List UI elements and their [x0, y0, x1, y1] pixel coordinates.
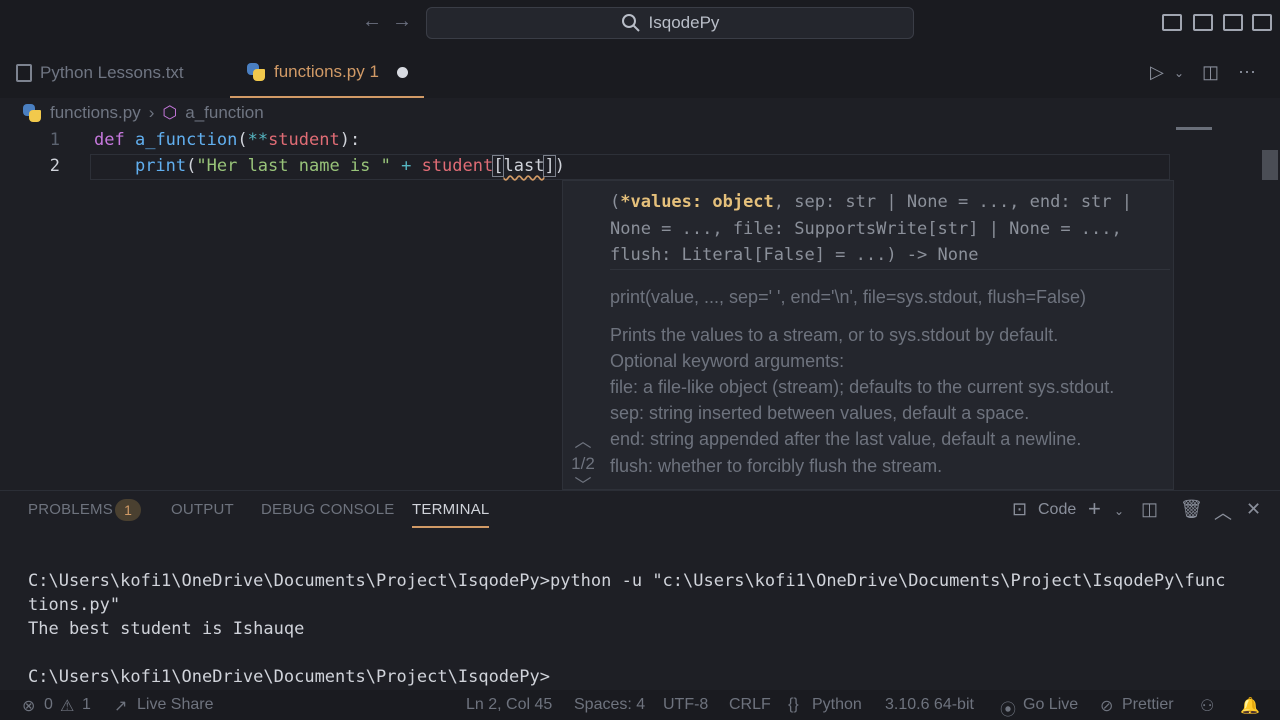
doc-line: flush: whether to forcibly flush the str…: [610, 456, 943, 476]
customize-layout-icon[interactable]: [1252, 14, 1272, 31]
signature-counter: 1/2: [571, 454, 595, 473]
trash-icon[interactable]: 🗑: [1180, 499, 1203, 520]
terminal-line: The best student is Ishauqe: [28, 619, 305, 639]
broadcast-icon: ⦿: [1000, 702, 1017, 719]
breadcrumb-symbol[interactable]: a_function: [185, 103, 263, 123]
tab-label: functions.py 1: [274, 62, 379, 81]
errors-icon[interactable]: ⊗: [22, 696, 35, 716]
terminal-line: C:\Users\kofi1\OneDrive\Documents\Projec…: [28, 571, 1226, 591]
doc-line: file: a file-like object (stream); defau…: [610, 377, 1115, 397]
toggle-secondary-sidebar-icon[interactable]: [1223, 14, 1243, 31]
problems-count-badge: 1: [115, 499, 141, 521]
go-live-button[interactable]: Go Live: [1023, 696, 1078, 714]
warnings-icon[interactable]: ⚠: [60, 696, 74, 716]
tab-functions-py[interactable]: functions.py 1: [230, 48, 424, 98]
toggle-sidebar-icon[interactable]: [1162, 14, 1182, 31]
doc-line: end: string appended after the last valu…: [610, 429, 1082, 449]
search-label: IsqodePy: [648, 13, 720, 32]
tab-label: Python Lessons.txt: [40, 63, 184, 82]
prettier-button[interactable]: Prettier: [1122, 696, 1174, 714]
prettier-icon: ⊘: [1100, 698, 1114, 715]
python-file-icon: [246, 62, 266, 82]
search-icon: [621, 14, 640, 32]
doc-line: print(value, ..., sep=' ', end='\n', fil…: [610, 287, 1086, 307]
code-line-2[interactable]: print("Her last name is " + student[last…: [94, 155, 565, 177]
tab-terminal[interactable]: TERMINAL: [412, 501, 490, 528]
line-ending[interactable]: CRLF: [729, 696, 771, 714]
terminal-profile-label[interactable]: Code: [1038, 501, 1076, 519]
unsaved-dot-icon[interactable]: [396, 66, 408, 78]
tab-problems[interactable]: PROBLEMS: [28, 501, 113, 518]
split-terminal-icon[interactable]: ◫: [1141, 499, 1158, 520]
minimap[interactable]: [1176, 127, 1212, 130]
function-symbol-icon: ⬡: [162, 103, 178, 122]
notifications-bell-icon[interactable]: 🔔: [1240, 696, 1260, 716]
errors-count[interactable]: 0: [44, 696, 53, 714]
doc-line: Optional keyword arguments:: [610, 351, 845, 371]
live-share-icon: ↗: [114, 698, 128, 715]
braces-icon: {}: [788, 696, 799, 713]
python-file-icon: [22, 103, 42, 123]
python-interpreter[interactable]: 3.10.6 64-bit: [885, 696, 974, 714]
terminal-icon: ⊡: [1012, 499, 1028, 519]
language-mode[interactable]: Python: [812, 696, 862, 714]
cursor-position[interactable]: Ln 2, Col 45: [466, 696, 552, 714]
doc-line: sep: string inserted between values, def…: [610, 403, 1030, 423]
new-terminal-icon[interactable]: +: [1088, 496, 1101, 522]
signature-help-popup: (*values: object, sep: str | None = ...,…: [562, 180, 1174, 495]
previous-signature-icon[interactable]: ︿: [567, 431, 599, 453]
line-number: 1: [49, 130, 60, 150]
signature-pager: ︿ 1/2 ﹀: [567, 431, 599, 497]
terminal-prompt[interactable]: C:\Users\kofi1\OneDrive\Documents\Projec…: [28, 667, 550, 687]
encoding[interactable]: UTF-8: [663, 696, 708, 714]
text-file-icon: [16, 64, 32, 82]
breadcrumb: functions.py › ⬡ a_function: [22, 100, 264, 126]
doc-line: Prints the values to a stream, or to sys…: [610, 325, 1059, 345]
accounts-icon[interactable]: ⚇: [1200, 696, 1214, 716]
run-icon[interactable]: ▷: [1150, 62, 1164, 83]
command-center-search[interactable]: IsqodePy: [426, 7, 914, 39]
tab-output[interactable]: OUTPUT: [171, 501, 234, 518]
maximize-panel-icon[interactable]: ︿: [1214, 499, 1232, 525]
terminal-line: tions.py": [28, 595, 121, 615]
line-number: 2: [49, 156, 60, 176]
back-arrow-icon[interactable]: ←: [362, 10, 382, 33]
warnings-count[interactable]: 1: [82, 696, 91, 714]
bottom-panel: PROBLEMS 1 OUTPUT DEBUG CONSOLE TERMINAL…: [0, 490, 1280, 690]
editor-scrollbar[interactable]: [1262, 150, 1278, 180]
tab-python-lessons[interactable]: Python Lessons.txt: [16, 48, 184, 98]
indentation[interactable]: Spaces: 4: [574, 696, 645, 714]
editor-tab-bar: Python Lessons.txt functions.py 1: [0, 48, 1280, 98]
toggle-panel-icon[interactable]: [1193, 14, 1213, 31]
tab-debug-console[interactable]: DEBUG CONSOLE: [261, 501, 394, 518]
divider: [610, 269, 1170, 270]
forward-arrow-icon[interactable]: →: [392, 10, 412, 33]
more-actions-icon[interactable]: ⋯: [1238, 62, 1256, 83]
status-bar: ⊗ 0 ⚠ 1 ↗ Live Share Ln 2, Col 45 Spaces…: [0, 690, 1280, 720]
terminal-menu-chevron-icon[interactable]: ⌄: [1114, 504, 1124, 518]
live-share-button[interactable]: Live Share: [137, 696, 214, 714]
close-panel-icon[interactable]: ✕: [1246, 499, 1261, 520]
split-editor-icon[interactable]: ◫: [1202, 62, 1219, 83]
signature-text: (*values: object, sep: str | None = ...,…: [610, 192, 1133, 265]
run-menu-chevron-icon[interactable]: ⌄: [1174, 66, 1184, 80]
title-bar: ← → IsqodePy: [0, 0, 1280, 48]
code-line-1[interactable]: def a_function(**student):: [94, 130, 360, 150]
breadcrumb-file[interactable]: functions.py: [50, 103, 141, 123]
